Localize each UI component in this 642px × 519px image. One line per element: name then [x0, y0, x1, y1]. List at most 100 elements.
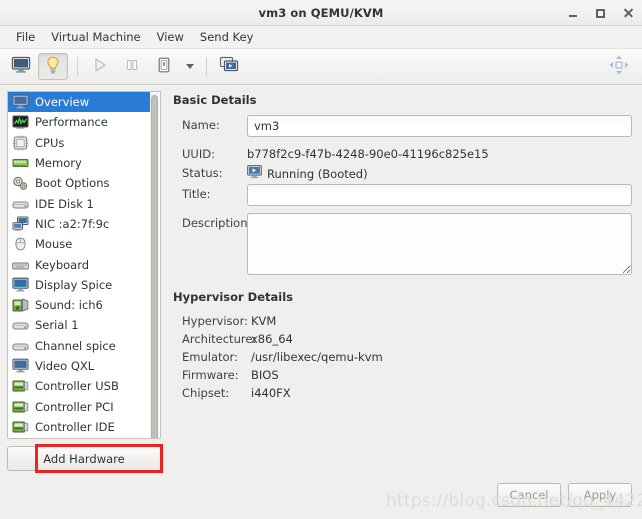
window-title: vm3 on QEMU/KVM	[258, 6, 384, 20]
menu-virtual-machine[interactable]: Virtual Machine	[43, 28, 148, 46]
details-pane: Basic Details Name: UUID: b778f2c9-f47b-…	[167, 85, 642, 477]
toolbar-separator-1	[77, 56, 78, 77]
toolbar	[0, 49, 642, 85]
hypervisor-value-1: x86_64	[251, 332, 293, 346]
hypervisor-value-2: /usr/libexec/qemu-kvm	[251, 350, 383, 364]
basic-details-grid: Name: UUID: b778f2c9-f47b-4248-90e0-4119…	[173, 113, 632, 278]
performance-graph-icon	[12, 114, 29, 130]
hardware-list-scrollbar[interactable]	[150, 93, 159, 438]
mouse-icon	[12, 236, 29, 252]
minimize-icon[interactable]	[566, 6, 580, 20]
hypervisor-label-4: Chipset:	[182, 386, 230, 400]
sidebar-item-label: Controller USB	[35, 379, 119, 394]
shutdown-button[interactable]	[149, 53, 179, 80]
snapshots-icon	[219, 56, 239, 77]
snapshots-button[interactable]	[214, 53, 244, 80]
scrollbar-thumb[interactable]	[151, 95, 158, 438]
hypervisor-value-0: KVM	[251, 314, 277, 328]
menu-bar: File Virtual Machine View Send Key	[0, 26, 642, 49]
display-icon	[12, 277, 29, 293]
sidebar-item-label: Memory	[35, 156, 82, 171]
sidebar-item-display-spice[interactable]: Display Spice	[8, 275, 150, 295]
sidebar-item-boot-options[interactable]: Boot Options	[8, 173, 150, 193]
hardware-list-items: Overview Performance CPUs Memory Boot Option…	[8, 92, 150, 438]
sidebar-item-label: Sound: ich6	[35, 298, 103, 313]
description-label: Description:	[182, 216, 252, 230]
status-row: Running (Booted)	[247, 161, 632, 182]
run-button[interactable]	[85, 53, 115, 80]
uuid-value: b778f2c9-f47b-4248-90e0-41196c825e15	[247, 147, 489, 161]
cpu-chip-icon	[12, 135, 29, 151]
maximize-icon[interactable]	[594, 6, 608, 20]
title-label: Title:	[182, 187, 211, 201]
hypervisor-value-3: BIOS	[251, 368, 279, 382]
toolbar-separator-2	[206, 56, 207, 77]
sidebar-item-ide-disk-1[interactable]: IDE Disk 1	[8, 193, 150, 213]
sidebar-item-cpus[interactable]: CPUs	[8, 133, 150, 153]
cancel-button[interactable]: Cancel	[497, 483, 561, 507]
sidebar-item-label: Display Spice	[35, 277, 113, 292]
sidebar-item-memory[interactable]: Memory	[8, 153, 150, 173]
hardware-list[interactable]: Overview Performance CPUs Memory Boot Option…	[7, 91, 161, 439]
hypervisor-label-1: Architecture:	[182, 332, 257, 346]
hypervisor-value-4: i440FX	[251, 386, 291, 400]
sidebar-item-label: Boot Options	[35, 176, 110, 191]
sidebar-item-label: Video QXL	[35, 359, 95, 373]
video-icon	[12, 358, 29, 374]
name-label: Name:	[182, 118, 220, 132]
memory-stick-icon	[12, 155, 29, 171]
sidebar-item-controller-usb[interactable]: Controller USB	[8, 376, 150, 396]
pause-button[interactable]	[117, 53, 147, 80]
sidebar: Overview Performance CPUs Memory Boot Option…	[0, 85, 167, 477]
window-controls	[566, 0, 636, 26]
hypervisor-label-3: Firmware:	[182, 368, 239, 382]
channel-icon	[12, 338, 29, 354]
sidebar-item-channel-spice[interactable]: Channel spice	[8, 336, 150, 356]
sidebar-item-keyboard[interactable]: Keyboard	[8, 254, 150, 274]
apply-button[interactable]: Apply	[568, 483, 632, 507]
sidebar-item-label: Performance	[35, 115, 108, 130]
description-textarea[interactable]	[247, 213, 632, 275]
sidebar-item-mouse[interactable]: Mouse	[8, 234, 150, 254]
sidebar-item-label: Keyboard	[35, 257, 90, 272]
console-view-button[interactable]	[6, 53, 36, 80]
sidebar-item-sound-ich6[interactable]: Sound: ich6	[8, 295, 150, 315]
sidebar-item-controller-pci[interactable]: Controller PCI	[8, 396, 150, 416]
add-hardware-area: Add Hardware	[7, 439, 163, 473]
power-icon	[155, 56, 173, 77]
name-input[interactable]	[247, 115, 632, 137]
shutdown-dropdown[interactable]	[181, 53, 199, 80]
sidebar-item-overview[interactable]: Overview	[8, 92, 150, 113]
status-label: Status:	[182, 166, 223, 180]
controller-card-icon	[12, 378, 29, 394]
sidebar-item-controller-virtio-serial[interactable]: Controller VirtIO Serial	[8, 437, 150, 438]
sound-icon	[12, 297, 29, 313]
main-body: Overview Performance CPUs Memory Boot Option…	[0, 85, 642, 477]
chevron-down-icon	[186, 64, 194, 69]
sidebar-item-video-qxl[interactable]: Video QXL	[8, 356, 150, 376]
add-hardware-button[interactable]: Add Hardware	[7, 446, 161, 471]
sidebar-item-nic-a2-7f-9c[interactable]: NIC :a2:7f:9c	[8, 214, 150, 234]
disk-icon	[12, 196, 29, 212]
details-view-button[interactable]	[38, 53, 68, 80]
sidebar-item-serial-1[interactable]: Serial 1	[8, 315, 150, 335]
hypervisor-label-2: Emulator:	[182, 350, 238, 364]
fullscreen-icon	[608, 54, 630, 79]
dialog-footer: https://blog.csdn.net/qq_44224894 Cancel…	[0, 477, 642, 519]
hypervisor-label-0: Hypervisor:	[182, 314, 248, 328]
fullscreen-button[interactable]	[604, 53, 634, 80]
sidebar-item-label: Serial 1	[35, 318, 79, 333]
pause-icon	[123, 56, 141, 77]
status-value: Running (Booted)	[267, 166, 368, 181]
sidebar-item-label: Mouse	[35, 237, 73, 252]
title-bar: vm3 on QEMU/KVM	[0, 0, 642, 26]
menu-send-key[interactable]: Send Key	[192, 28, 261, 46]
sidebar-item-label: NIC :a2:7f:9c	[35, 216, 110, 231]
sidebar-item-performance[interactable]: Performance	[8, 112, 150, 132]
sidebar-item-label: Controller PCI	[35, 399, 114, 414]
close-icon[interactable]	[622, 6, 636, 20]
menu-view[interactable]: View	[149, 28, 192, 46]
title-input[interactable]	[247, 184, 632, 206]
sidebar-item-controller-ide[interactable]: Controller IDE	[8, 417, 150, 437]
menu-file[interactable]: File	[8, 28, 43, 46]
